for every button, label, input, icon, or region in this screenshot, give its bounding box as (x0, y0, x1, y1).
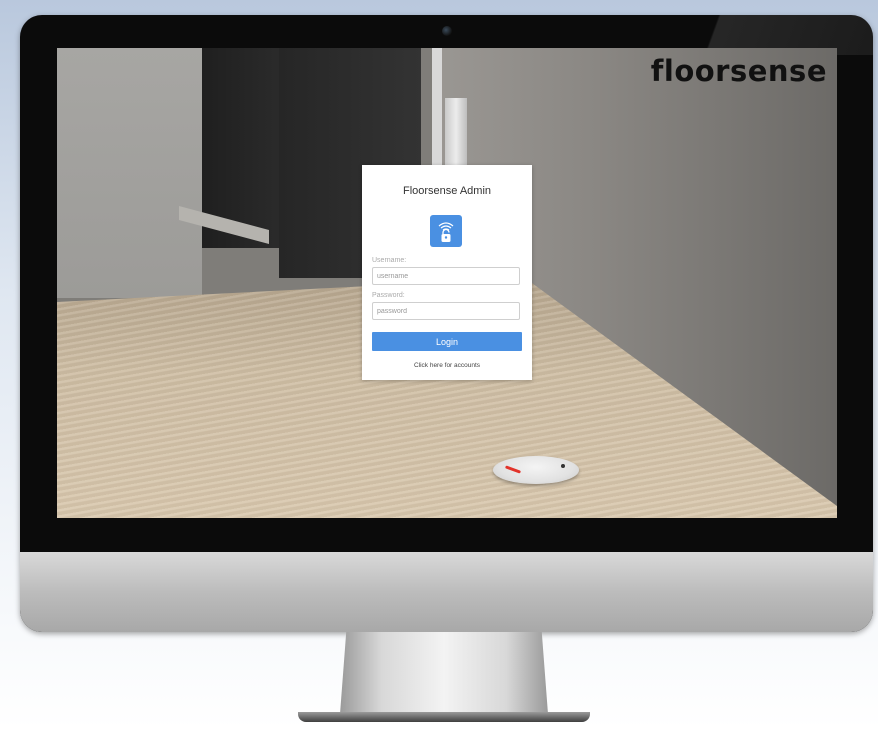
monitor-chin (20, 552, 873, 632)
app-screen: floorsense Floorsense Admin Username: Pa… (57, 48, 837, 518)
floorsense-logo: floorsense (650, 54, 827, 88)
accounts-link[interactable]: Click here for accounts (362, 362, 532, 369)
wifi-lock-icon (430, 215, 462, 247)
monitor-stand-base (298, 712, 590, 722)
webcam (442, 26, 452, 36)
monitor-frame: floorsense Floorsense Admin Username: Pa… (20, 15, 873, 632)
monitor-stand (340, 632, 548, 714)
background-wall-left (57, 48, 202, 298)
login-button[interactable]: Login (372, 332, 522, 351)
sensor-led (504, 465, 522, 474)
password-input[interactable] (372, 302, 520, 320)
sensor-dot (561, 464, 565, 468)
login-title: Floorsense Admin (402, 185, 492, 197)
desk-sensor-image (493, 456, 579, 484)
password-label: Password: (372, 292, 405, 299)
username-input[interactable] (372, 267, 520, 285)
username-label: Username: (372, 257, 407, 264)
login-card: Floorsense Admin Username: Password: Log… (362, 165, 532, 380)
background-pole (432, 48, 442, 178)
